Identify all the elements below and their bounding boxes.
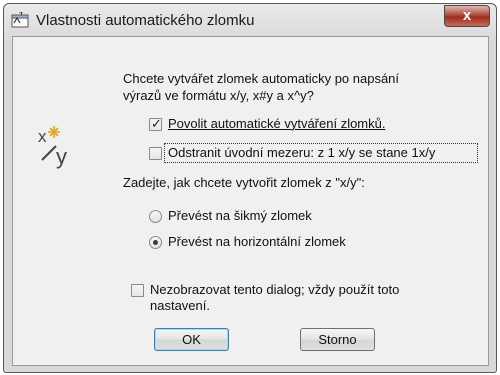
radio-selected-dot [153,240,158,245]
dont-show-dialog-label-line-1[interactable]: Nezobrazovat tento dialog; vždy použít t… [150,282,399,297]
svg-text:x: x [38,127,47,146]
svg-text:y: y [56,144,67,169]
checkmark-icon: ✓ [151,116,162,131]
fraction-xy-icon: x y [36,122,84,170]
prompt-line-1: Chcete vytvářet zlomek automaticky po na… [123,71,400,86]
app-window-icon [11,11,29,28]
horizontal-fraction-radio[interactable] [149,236,162,249]
dialog-content: x y Chcete vytvářet zlomek automaticky p… [12,36,489,366]
cancel-button[interactable]: Storno [300,328,375,351]
skewed-fraction-radio[interactable] [149,210,162,223]
prompt-line-2: výrazů ve formátu x/y, x#y a x^y? [123,88,314,103]
conversion-question: Zadejte, jak chcete vytvořit zlomek z "x… [123,175,365,190]
enable-auto-fraction-checkbox[interactable]: ✓ [149,116,162,131]
dialog-window: Vlastnosti automatického zlomku x x y Ch… [3,3,497,373]
horizontal-fraction-label[interactable]: Převést na horizontální zlomek [168,234,346,249]
enable-auto-fraction-label[interactable]: Povolit automatické vytváření zlomků. [168,116,385,131]
dont-show-dialog-label-line-2[interactable]: nastavení. [150,298,210,313]
skewed-fraction-label[interactable]: Převést na šikmý zlomek [168,208,312,223]
window-title: Vlastnosti automatického zlomku [36,12,255,29]
remove-leading-space-checkbox[interactable] [149,147,162,160]
dont-show-dialog-checkbox[interactable] [131,284,144,297]
ok-button[interactable]: OK [154,328,229,351]
remove-leading-space-label[interactable]: Odstranit úvodní mezeru: z 1 x/y se stan… [168,145,435,160]
title-bar[interactable]: Vlastnosti automatického zlomku x [4,4,496,36]
close-button[interactable]: x [444,5,490,27]
